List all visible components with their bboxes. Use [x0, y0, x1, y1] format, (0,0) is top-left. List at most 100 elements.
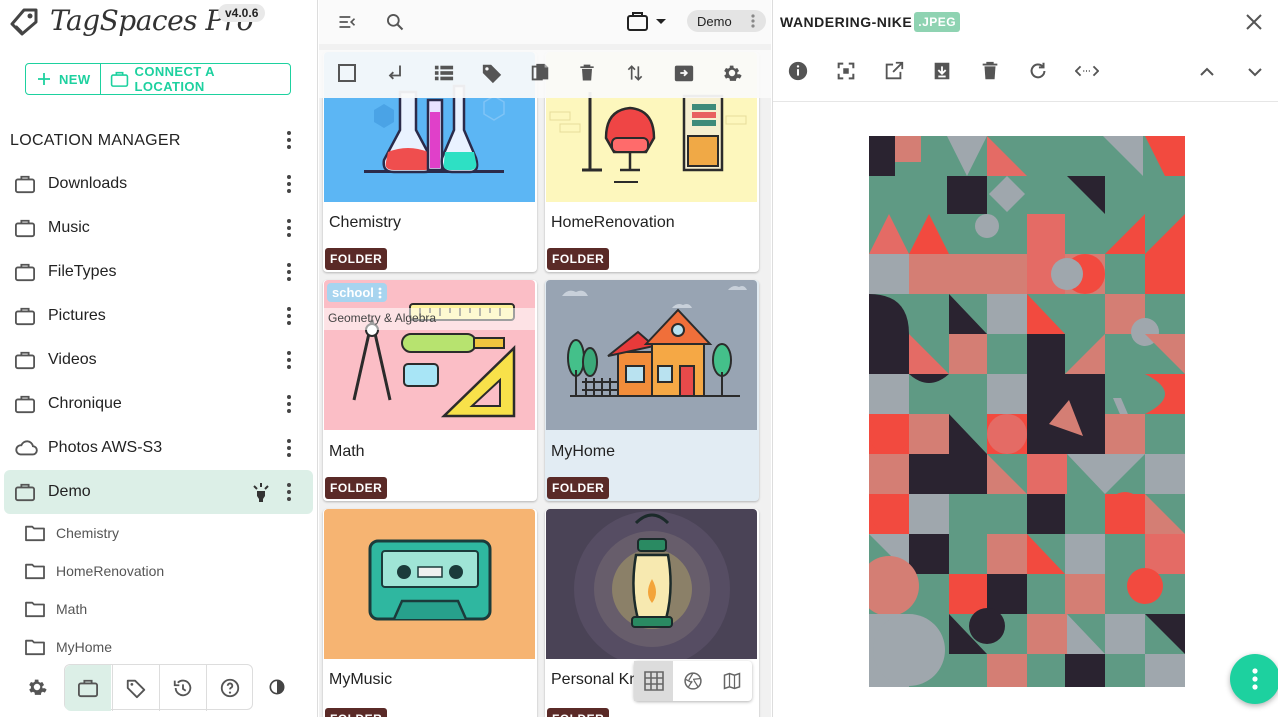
connect-location-button[interactable]: CONNECT A LOCATION [101, 64, 290, 94]
more-vert-icon[interactable] [280, 174, 298, 194]
subfolder-item-homerenovation[interactable]: HomeRenovation [24, 552, 164, 590]
select-all-icon[interactable] [337, 63, 357, 83]
folder-badge: FOLDER [547, 248, 610, 270]
location-item-chronique[interactable]: Chronique [4, 382, 313, 426]
more-vert-icon[interactable] [280, 306, 298, 326]
toolbar-divider [773, 101, 1278, 102]
folder-badge: FOLDER [325, 248, 388, 270]
location-label: FileTypes [48, 263, 117, 280]
top-bar: Demo [319, 0, 771, 44]
more-vert-icon[interactable] [280, 482, 298, 502]
card-title: Personal Kn [551, 671, 639, 688]
tag-chip-school[interactable]: school [327, 283, 387, 302]
previous-file-icon[interactable] [1197, 62, 1217, 82]
location-item-photos-aws-s3[interactable]: Photos AWS-S3 [4, 426, 313, 470]
briefcase-icon [14, 174, 36, 194]
delete-icon[interactable] [979, 60, 1001, 82]
settings-icon[interactable] [14, 664, 60, 710]
version-badge: v4.0.6 [218, 4, 266, 22]
folder-icon [24, 524, 46, 542]
location-manager-title: LOCATION MANAGER [10, 132, 181, 149]
locations-tab-icon[interactable] [65, 665, 111, 711]
location-label: Pictures [48, 307, 106, 324]
folder-badge: FOLDER [547, 477, 610, 499]
location-label: Downloads [48, 175, 128, 192]
grid-settings-icon[interactable] [721, 62, 743, 84]
folder-icon [24, 638, 46, 656]
sort-icon[interactable] [625, 63, 645, 83]
connect-location-label: CONNECT A LOCATION [134, 64, 215, 94]
sidebar-bottom-bar [0, 664, 317, 712]
download-icon[interactable] [931, 60, 953, 82]
file-title: WANDERING-NIKE .JPEG [780, 12, 961, 32]
grid-view-icon[interactable] [634, 661, 673, 701]
location-item-pictures[interactable]: Pictures [4, 294, 313, 338]
briefcase-icon [14, 482, 36, 502]
more-actions-button[interactable] [1230, 654, 1278, 704]
card-title: HomeRenovation [551, 214, 675, 231]
subfolder-label: HomeRenovation [56, 563, 165, 579]
more-vert-icon[interactable] [280, 394, 298, 414]
location-item-filetypes[interactable]: FileTypes [4, 250, 313, 294]
more-vert-icon[interactable] [280, 438, 298, 458]
next-file-icon[interactable] [1245, 62, 1265, 82]
cloud-icon [14, 438, 38, 458]
theme-toggle-icon[interactable] [254, 664, 300, 710]
location-item-demo[interactable]: Demo [4, 470, 313, 514]
folder-card-myhome[interactable]: MyHome FOLDER [545, 280, 759, 501]
more-vert-icon[interactable] [750, 14, 756, 28]
folder-card-math[interactable]: school Geometry & Algebra Math FOLDER [323, 280, 537, 501]
more-vert-icon[interactable] [280, 130, 298, 150]
map-view-icon[interactable] [712, 661, 751, 701]
reload-icon[interactable] [1027, 60, 1049, 82]
location-chip-label: Demo [697, 13, 732, 29]
search-icon[interactable] [385, 12, 405, 32]
resize-panel-icon[interactable] [1075, 60, 1099, 82]
delete-icon[interactable] [577, 63, 597, 83]
help-icon[interactable] [206, 665, 252, 711]
subfolder-item-math[interactable]: Math [24, 590, 87, 628]
tag-library-icon[interactable] [112, 665, 158, 711]
location-item-videos[interactable]: Videos [4, 338, 313, 382]
location-actions: NEW CONNECT A LOCATION [25, 63, 291, 95]
fullscreen-icon[interactable] [835, 60, 857, 82]
import-icon[interactable] [673, 62, 695, 84]
more-vert-icon[interactable] [378, 287, 382, 299]
more-vert-icon[interactable] [280, 350, 298, 370]
tag-icon[interactable] [481, 62, 503, 84]
close-icon[interactable] [1244, 12, 1264, 32]
new-button-label: NEW [59, 71, 91, 87]
more-vert-icon[interactable] [280, 218, 298, 238]
location-label: Videos [48, 351, 97, 368]
new-button[interactable]: NEW [26, 64, 101, 94]
folder-card-mymusic[interactable]: MyMusic FOLDER [323, 509, 537, 717]
card-title: Chemistry [329, 214, 402, 231]
plus-icon [38, 73, 50, 85]
sidebar-view-group [64, 664, 253, 711]
copy-move-icon[interactable] [529, 62, 551, 84]
info-icon[interactable] [787, 60, 809, 82]
image-preview [869, 136, 1185, 687]
location-item-downloads[interactable]: Downloads [4, 162, 313, 206]
location-item-music[interactable]: Music [4, 206, 313, 250]
location-switch-icon[interactable] [627, 11, 669, 33]
folder-icon [24, 600, 46, 618]
folder-badge: FOLDER [325, 477, 388, 499]
gallery-view-icon[interactable] [673, 661, 712, 701]
toggle-sidebar-icon[interactable] [337, 12, 357, 32]
subfolder-label: Math [56, 601, 88, 617]
indexing-bulb-icon[interactable] [251, 481, 271, 503]
location-chip[interactable]: Demo [687, 10, 766, 32]
open-external-icon[interactable] [883, 60, 905, 82]
list-view-icon[interactable] [433, 63, 455, 83]
math-thumbnail: school Geometry & Algebra [324, 280, 535, 430]
sidebar: TagSpaces Pro v4.0.6 NEW CONNECT A LOCAT… [0, 0, 318, 717]
subfolder-item-chemistry[interactable]: Chemistry [24, 514, 119, 552]
history-icon[interactable] [159, 665, 205, 711]
card-title: MyMusic [329, 671, 393, 688]
more-vert-icon[interactable] [280, 262, 298, 282]
briefcase-icon [14, 394, 36, 414]
parent-folder-icon[interactable] [385, 63, 405, 83]
card-description: Geometry & Algebra [324, 308, 535, 330]
subfolder-item-myhome[interactable]: MyHome [24, 628, 112, 666]
